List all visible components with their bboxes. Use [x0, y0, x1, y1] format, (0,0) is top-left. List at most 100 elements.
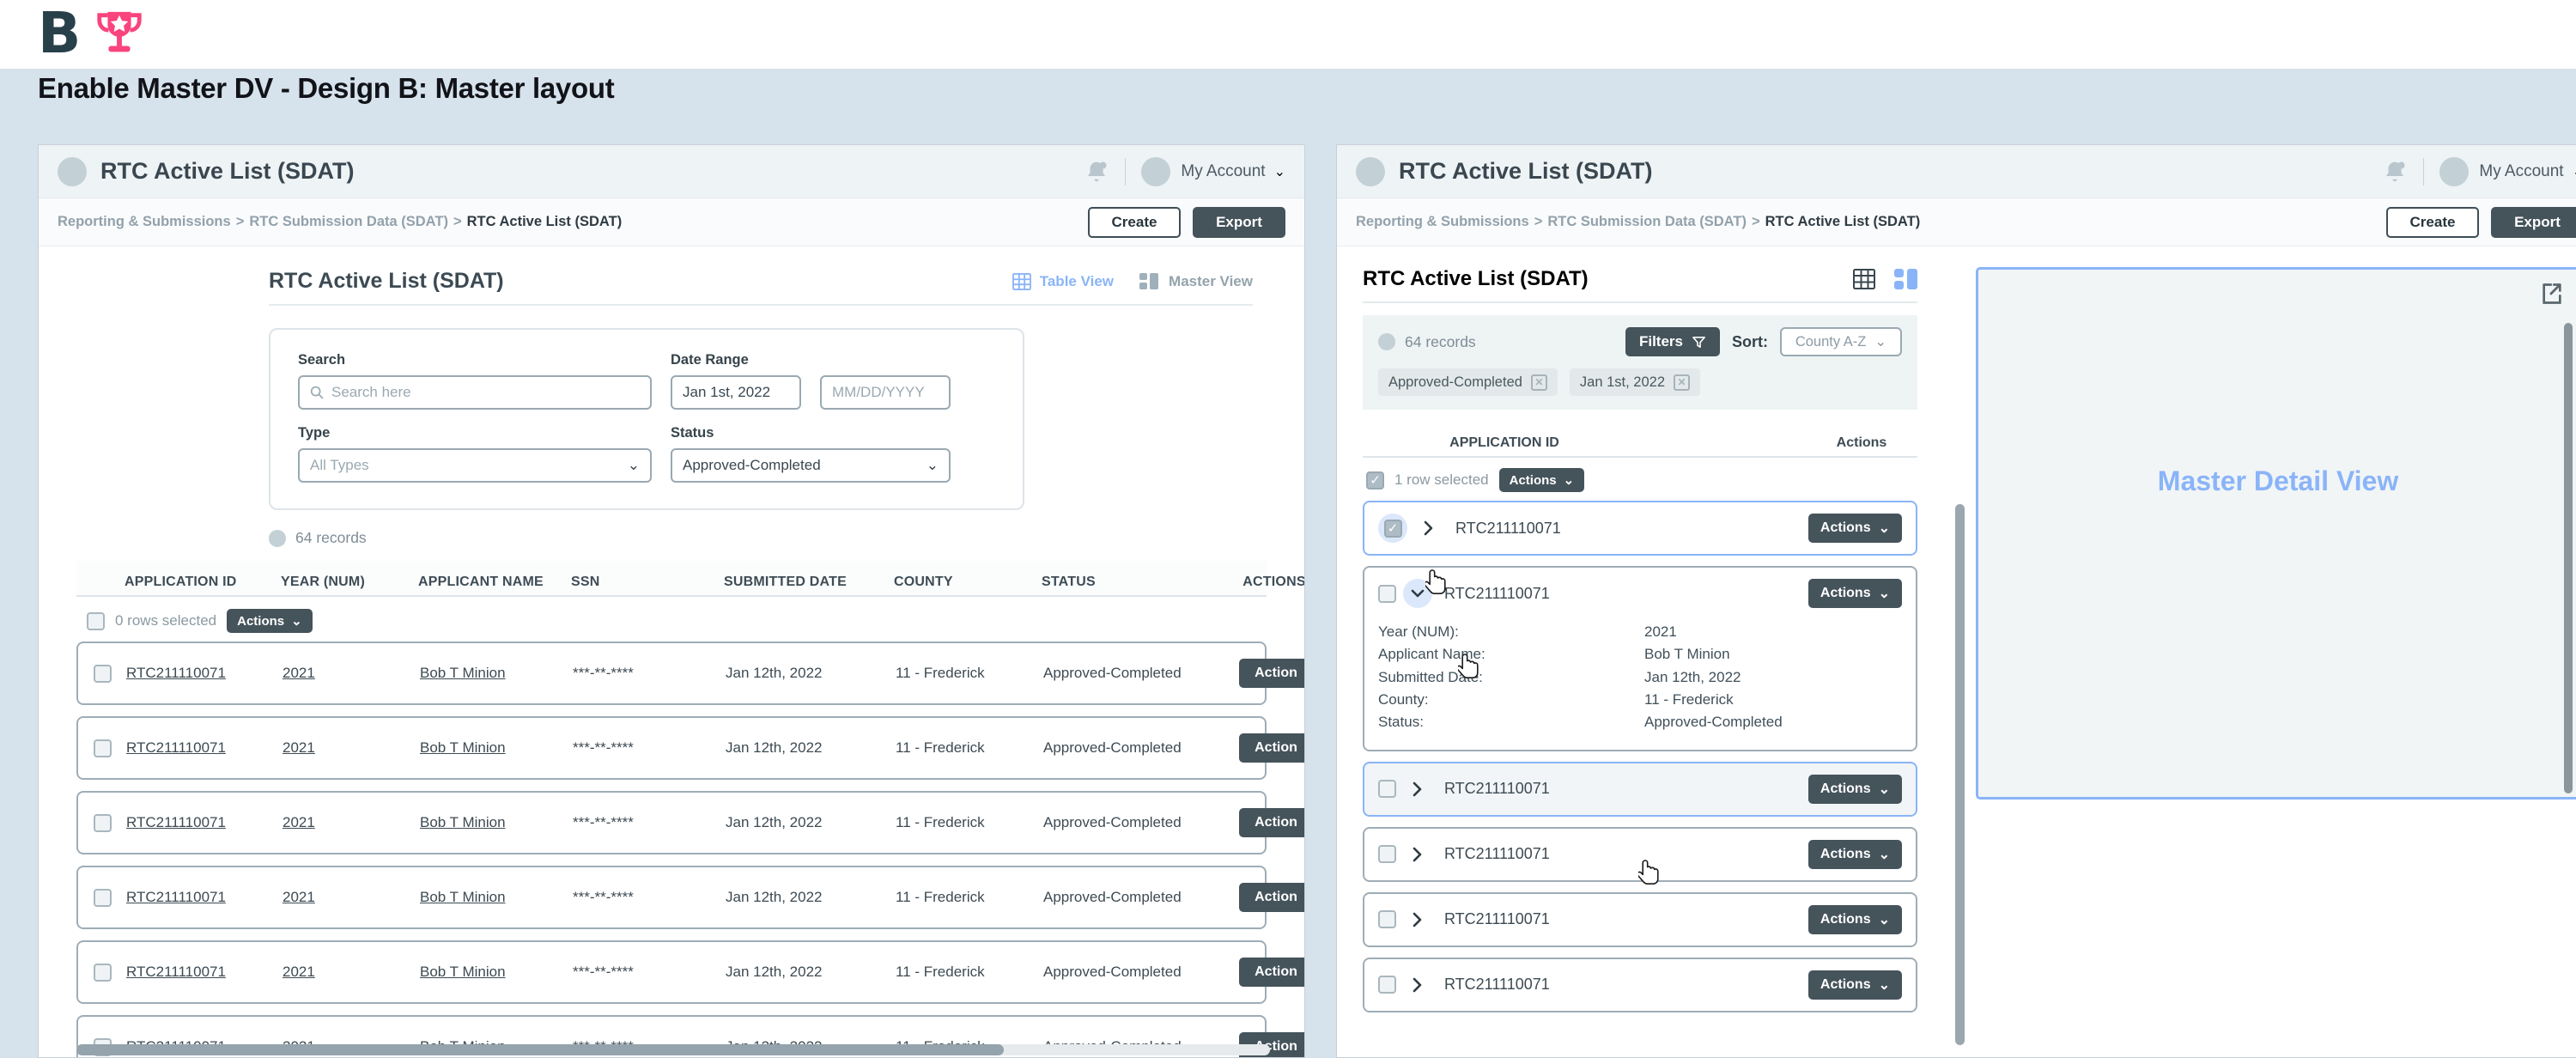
- expand-toggle[interactable]: [1403, 579, 1432, 608]
- breadcrumb-item-0[interactable]: Reporting & Submissions: [58, 214, 231, 230]
- card-application-id[interactable]: RTC211110071: [1444, 585, 1550, 603]
- filters-button[interactable]: Filters: [1625, 327, 1720, 356]
- master-card[interactable]: RTC211110071 Actions ⌄ Year (NUM): 2021 Appli…: [1363, 566, 1917, 751]
- master-card[interactable]: RTC211110071 Actions ⌄: [1363, 761, 1917, 817]
- horizontal-scrollbar[interactable]: [76, 1044, 1270, 1055]
- bell-icon[interactable]: [1084, 159, 1109, 185]
- cell-applicant-name[interactable]: Bob T Minion: [420, 964, 573, 981]
- card-application-id[interactable]: RTC211110071: [1444, 910, 1550, 928]
- table-grid-icon[interactable]: [1853, 269, 1875, 289]
- filter-chip-date[interactable]: Jan 1st, 2022 ✕: [1569, 368, 1700, 396]
- cell-applicant-name[interactable]: Bob T Minion: [420, 814, 573, 831]
- chevron-right-icon[interactable]: [1411, 781, 1425, 798]
- cell-year[interactable]: 2021: [283, 665, 420, 682]
- table-row[interactable]: RTC2111100712021Bob T Minion***-**-**** J…: [76, 791, 1304, 854]
- cell-year[interactable]: 2021: [283, 739, 420, 757]
- table-row[interactable]: RTC2111100712021Bob T Minion***-**-**** J…: [76, 940, 1304, 1004]
- filter-chip-status[interactable]: Approved-Completed ✕: [1378, 368, 1558, 396]
- column-header-application-id[interactable]: APPLICATION ID: [125, 575, 281, 595]
- cell-year[interactable]: 2021: [283, 814, 420, 831]
- column-header-submitted-date[interactable]: SUBMITTED DATE: [724, 575, 894, 595]
- type-select[interactable]: All Types ⌄: [298, 448, 652, 483]
- cell-applicant-name[interactable]: Bob T Minion: [420, 739, 573, 757]
- master-card[interactable]: RTC211110071 Actions ⌄: [1363, 957, 1917, 1012]
- date-to-input[interactable]: MM/DD/YYYY: [820, 375, 951, 410]
- card-checkbox-wrap[interactable]: [1378, 514, 1407, 543]
- bell-icon[interactable]: [2382, 159, 2408, 185]
- card-application-id[interactable]: RTC211110071: [1444, 976, 1550, 994]
- bulk-actions-button[interactable]: Actions ⌄: [1498, 468, 1585, 492]
- account-label[interactable]: My Account: [1181, 162, 1265, 181]
- export-button[interactable]: Export: [1193, 206, 1285, 238]
- card-actions-button[interactable]: Actions ⌄: [1807, 774, 1902, 804]
- column-header-application-id[interactable]: APPLICATION ID: [1363, 435, 1646, 456]
- row-checkbox[interactable]: [1383, 519, 1402, 538]
- row-checkbox[interactable]: [93, 664, 112, 683]
- row-checkbox[interactable]: [93, 963, 112, 982]
- row-checkbox[interactable]: [1378, 584, 1396, 603]
- chevron-down-icon[interactable]: ⌄: [2573, 163, 2576, 180]
- cell-applicant-name[interactable]: Bob T Minion: [420, 889, 573, 906]
- card-application-id[interactable]: RTC211110071: [1444, 845, 1550, 863]
- card-application-id[interactable]: RTC211110071: [1455, 520, 1561, 538]
- chevron-right-icon[interactable]: [1411, 911, 1425, 928]
- row-checkbox[interactable]: [1378, 845, 1396, 864]
- card-actions-button[interactable]: Actions ⌄: [1807, 904, 1902, 934]
- cell-year[interactable]: 2021: [283, 889, 420, 906]
- close-icon[interactable]: ✕: [1530, 374, 1547, 391]
- row-action-button[interactable]: Action: [1239, 958, 1304, 987]
- close-icon[interactable]: ✕: [1674, 374, 1690, 391]
- expand-toggle[interactable]: [1403, 976, 1432, 994]
- row-checkbox[interactable]: [1378, 910, 1396, 929]
- master-card[interactable]: RTC211110071 Actions ⌄: [1363, 891, 1917, 947]
- row-checkbox[interactable]: [1378, 976, 1396, 994]
- column-header-year[interactable]: YEAR (NUM): [281, 575, 418, 595]
- cell-application-id[interactable]: RTC211110071: [126, 814, 283, 831]
- row-action-button[interactable]: Action: [1239, 659, 1304, 688]
- card-actions-button[interactable]: Actions ⌄: [1807, 970, 1902, 1000]
- row-checkbox[interactable]: [93, 739, 112, 757]
- detail-vertical-scrollbar[interactable]: [2564, 323, 2573, 794]
- column-header-applicant-name[interactable]: APPLICANT NAME: [418, 575, 571, 595]
- chevron-down-icon[interactable]: ⌄: [1274, 163, 1285, 180]
- chevron-right-icon[interactable]: [1411, 846, 1425, 863]
- row-checkbox[interactable]: [93, 888, 112, 907]
- cell-year[interactable]: 2021: [283, 964, 420, 981]
- cell-application-id[interactable]: RTC211110071: [126, 889, 283, 906]
- column-header-status[interactable]: STATUS: [1042, 575, 1224, 595]
- expand-toggle[interactable]: [1414, 520, 1443, 537]
- sort-select[interactable]: County A-Z ⌄: [1780, 327, 1902, 356]
- tab-table-view[interactable]: Table View: [1012, 272, 1114, 290]
- scrollbar-thumb[interactable]: [76, 1044, 1004, 1055]
- card-application-id[interactable]: RTC211110071: [1444, 780, 1550, 798]
- chevron-right-icon[interactable]: [1422, 520, 1436, 537]
- column-header-ssn[interactable]: SSN: [571, 575, 724, 595]
- expand-toggle[interactable]: [1403, 781, 1432, 798]
- expand-toggle[interactable]: [1403, 911, 1432, 928]
- avatar[interactable]: [2439, 156, 2470, 186]
- master-detail-view-pane[interactable]: Master Detail View: [1976, 267, 2576, 800]
- export-button[interactable]: Export: [2491, 206, 2576, 238]
- breadcrumb-item-0[interactable]: Reporting & Submissions: [1356, 214, 1529, 230]
- date-from-input[interactable]: Jan 1st, 2022: [671, 375, 801, 410]
- bulk-actions-button[interactable]: Actions ⌄: [227, 609, 313, 633]
- avatar[interactable]: [1141, 156, 1171, 186]
- row-checkbox[interactable]: [93, 813, 112, 832]
- create-button[interactable]: Create: [1088, 206, 1181, 238]
- master-card[interactable]: RTC211110071 Actions ⌄: [1363, 501, 1917, 556]
- list-vertical-scrollbar[interactable]: [1955, 504, 1965, 1045]
- cell-applicant-name[interactable]: Bob T Minion: [420, 665, 573, 682]
- search-input[interactable]: Search here: [298, 375, 652, 410]
- cell-application-id[interactable]: RTC211110071: [126, 964, 283, 981]
- table-row[interactable]: RTC2111100712021Bob T Minion***-**-**** J…: [76, 641, 1304, 705]
- table-row[interactable]: RTC2111100712021Bob T Minion***-**-**** J…: [76, 866, 1304, 929]
- external-link-icon[interactable]: [2540, 282, 2564, 306]
- column-header-county[interactable]: COUNTY: [894, 575, 1042, 595]
- row-action-button[interactable]: Action: [1239, 883, 1304, 912]
- cell-application-id[interactable]: RTC211110071: [126, 665, 283, 682]
- account-label[interactable]: My Account: [2479, 162, 2563, 181]
- cell-application-id[interactable]: RTC211110071: [126, 739, 283, 757]
- master-layout-icon[interactable]: [1894, 269, 1917, 289]
- breadcrumb-item-1[interactable]: RTC Submission Data (SDAT): [1547, 214, 1747, 230]
- status-select[interactable]: Approved-Completed ⌄: [671, 448, 951, 483]
